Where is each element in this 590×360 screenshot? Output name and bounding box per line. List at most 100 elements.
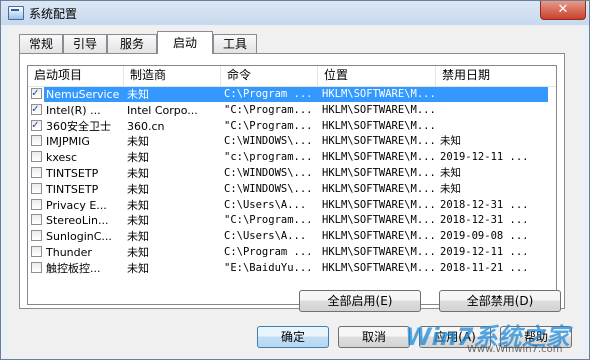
startup-item-checkbox[interactable] bbox=[31, 182, 42, 194]
column-header-location[interactable]: 位置 bbox=[318, 66, 436, 86]
startup-item-manufacturer: 未知 bbox=[127, 230, 149, 244]
startup-item-disabled-date: 未知 bbox=[440, 135, 461, 148]
window-title: 系统配置 bbox=[29, 7, 78, 21]
startup-item-manufacturer: 未知 bbox=[127, 167, 149, 180]
startup-item-checkbox[interactable] bbox=[31, 118, 42, 131]
startup-item-manufacturer: 未知 bbox=[127, 198, 149, 212]
startup-item-location: HKLM\SOFTWARE\M... bbox=[322, 198, 436, 211]
startup-item-checkbox[interactable] bbox=[31, 102, 42, 115]
column-header-disabled-date[interactable]: 禁用日期 bbox=[436, 66, 556, 86]
startup-item-command: "C:\Program... bbox=[224, 214, 313, 227]
watermark-url: Www.Winwin7.com bbox=[467, 344, 563, 355]
app-icon bbox=[8, 6, 24, 20]
startup-item-checkbox[interactable] bbox=[31, 214, 42, 226]
startup-item-name: kxesc bbox=[46, 151, 78, 165]
startup-item-location: HKLM\SOFTWARE\M... bbox=[322, 167, 436, 179]
startup-item-name: SunloginC... bbox=[46, 230, 112, 244]
startup-item-name: TINTSETP bbox=[46, 182, 99, 196]
startup-item-manufacturer: 未知 bbox=[127, 246, 149, 259]
startup-item-disabled-date: 2018-12-31 ... bbox=[440, 198, 529, 211]
startup-item-location: HKLM\SOFTWARE\M... bbox=[322, 182, 436, 195]
list-item[interactable]: TINTSETP 未知 C:\WINDOWS\... HKLM\SOFTWARE\M.… bbox=[28, 182, 556, 197]
startup-item-name: 360安全卫士 bbox=[46, 119, 111, 133]
startup-item-command: C:\Program ... bbox=[224, 88, 313, 100]
startup-item-name: NemuService bbox=[46, 88, 120, 101]
watermark-logo: Win7系统之家 Www.Winwin7.com bbox=[405, 317, 585, 355]
dialog-client-area: 常规 引导 服务 启动 工具 启动项目 制造商 命令 位置 禁用日期 NemuS… bbox=[7, 26, 583, 356]
startup-item-command: C:\WINDOWS\... bbox=[224, 167, 313, 179]
startup-item-command: C:\WINDOWS\... bbox=[224, 135, 313, 148]
column-header-command[interactable]: 命令 bbox=[221, 66, 318, 86]
startup-item-command: C:\Program ... bbox=[224, 246, 313, 258]
startup-item-checkbox[interactable] bbox=[31, 198, 42, 210]
startup-item-command: C:\Users\A... bbox=[224, 198, 307, 211]
list-header: 启动项目 制造商 命令 位置 禁用日期 bbox=[28, 66, 556, 87]
startup-item-checkbox[interactable] bbox=[31, 86, 42, 99]
startup-item-name: TINTSETP bbox=[46, 167, 99, 180]
list-item[interactable]: StereoLin... 未知 "C:\Program... HKLM\SOFTWAR… bbox=[28, 213, 556, 228]
startup-item-manufacturer: 未知 bbox=[127, 151, 149, 165]
startup-item-manufacturer: 未知 bbox=[127, 182, 149, 196]
startup-item-manufacturer: Intel Corpo... bbox=[127, 103, 198, 117]
startup-item-checkbox[interactable] bbox=[31, 230, 42, 242]
startup-item-manufacturer: 未知 bbox=[127, 214, 149, 228]
startup-item-checkbox[interactable] bbox=[31, 167, 42, 178]
startup-item-command: C:\Users\A... bbox=[224, 230, 307, 243]
list-item[interactable]: NemuService 未知 C:\Program ... HKLM\SOFTWARE… bbox=[28, 86, 556, 102]
startup-item-command: "C:\Program... bbox=[224, 119, 313, 132]
startup-item-name: 触控板控... bbox=[46, 261, 101, 275]
startup-item-disabled-date: 2019-12-11 ... bbox=[440, 246, 529, 258]
close-button[interactable]: ✕ bbox=[540, 1, 586, 20]
tab-startup[interactable]: 启动 bbox=[157, 31, 213, 54]
tab-tools[interactable]: 工具 bbox=[213, 34, 257, 53]
startup-item-location: HKLM\SOFTWARE\M... bbox=[322, 151, 436, 164]
startup-item-location: HKLM\SOFTWARE\M... bbox=[322, 119, 436, 132]
startup-item-manufacturer: 未知 bbox=[127, 88, 149, 101]
startup-item-location: HKLM\SOFTWARE\M... bbox=[322, 103, 436, 116]
tab-services[interactable]: 服务 bbox=[107, 34, 157, 53]
list-item[interactable]: Intel(R) ... Intel Corpo... "C:\Program...… bbox=[28, 102, 556, 118]
startup-item-location: HKLM\SOFTWARE\M... bbox=[322, 246, 436, 258]
startup-item-command: "E:\BaiduYu... bbox=[224, 261, 313, 274]
list-item[interactable]: kxesc 未知 "c:\program... HKLM\SOFTWARE\M... 2… bbox=[28, 150, 556, 165]
startup-items-list[interactable]: 启动项目 制造商 命令 位置 禁用日期 NemuService 未知 C:\Prog… bbox=[27, 65, 557, 305]
list-item[interactable]: Privacy E... 未知 C:\Users\A... HKLM\SOFTWARE… bbox=[28, 198, 556, 213]
startup-item-location: HKLM\SOFTWARE\M... bbox=[322, 135, 436, 148]
startup-item-disabled-date bbox=[440, 87, 554, 102]
startup-item-disabled-date: 未知 bbox=[440, 182, 461, 195]
system-config-window: 系统配置 ✕ 常规 引导 服务 启动 工具 启动项目 制造商 命令 位置 禁用日… bbox=[0, 0, 590, 360]
startup-item-disabled-date: 2019-09-08 ... bbox=[440, 230, 529, 243]
disable-all-button[interactable]: 全部禁用(D) bbox=[439, 290, 561, 312]
startup-item-disabled-date bbox=[440, 119, 554, 134]
startup-item-command: "C:\Program... bbox=[224, 103, 313, 116]
startup-item-location: HKLM\SOFTWARE\M... bbox=[322, 214, 436, 227]
ok-button[interactable]: 确定 bbox=[257, 326, 329, 348]
startup-item-checkbox[interactable] bbox=[31, 135, 42, 147]
list-item[interactable]: 360安全卫士 360.cn "C:\Program... HKLM\SOFTWARE… bbox=[28, 118, 556, 134]
startup-item-checkbox[interactable] bbox=[31, 261, 42, 273]
list-item[interactable]: 触控板控... 未知 "E:\BaiduYu... HKLM\SOFTWARE\M..… bbox=[28, 261, 556, 276]
column-header-manufacturer[interactable]: 制造商 bbox=[124, 66, 221, 86]
startup-item-name: Thunder bbox=[46, 246, 92, 259]
list-item[interactable]: TINTSETP 未知 C:\WINDOWS\... HKLM\SOFTWARE\M.… bbox=[28, 166, 556, 181]
list-item[interactable]: IMJPMIG 未知 C:\WINDOWS\... HKLM\SOFTWARE\M..… bbox=[28, 134, 556, 149]
startup-item-disabled-date: 2019-12-11 ... bbox=[440, 151, 529, 164]
tab-boot[interactable]: 引导 bbox=[63, 34, 107, 53]
startup-item-checkbox[interactable] bbox=[31, 151, 42, 163]
startup-item-name: IMJPMIG bbox=[46, 135, 90, 149]
startup-item-manufacturer: 360.cn bbox=[127, 119, 165, 133]
enable-all-button[interactable]: 全部启用(E) bbox=[299, 290, 421, 312]
cancel-button[interactable]: 取消 bbox=[338, 326, 410, 348]
startup-item-checkbox[interactable] bbox=[31, 246, 42, 257]
column-header-startup-item[interactable]: 启动项目 bbox=[28, 66, 124, 86]
list-item[interactable]: Thunder 未知 C:\Program ... HKLM\SOFTWARE\M..… bbox=[28, 245, 556, 260]
startup-item-location: HKLM\SOFTWARE\M... bbox=[322, 261, 436, 274]
list-item[interactable]: SunloginC... 未知 C:\Users\A... HKLM\SOFTWARE… bbox=[28, 229, 556, 244]
title-bar[interactable]: 系统配置 ✕ bbox=[1, 1, 589, 25]
startup-item-disabled-date bbox=[440, 103, 554, 118]
startup-item-command: C:\WINDOWS\... bbox=[224, 182, 313, 195]
tab-general[interactable]: 常规 bbox=[19, 34, 63, 53]
startup-item-location: HKLM\SOFTWARE\M... bbox=[322, 230, 436, 243]
startup-item-name: Privacy E... bbox=[46, 198, 107, 212]
startup-item-disabled-date: 2018-11-21 ... bbox=[440, 261, 529, 274]
